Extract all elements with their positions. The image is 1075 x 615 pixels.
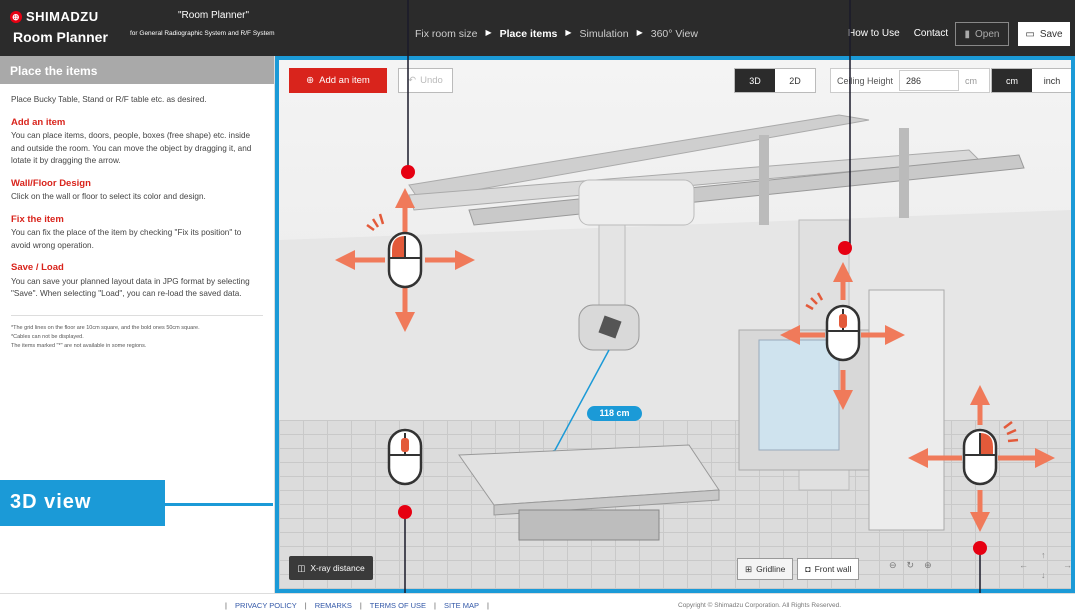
reset-view-icon[interactable]: ↻ [907, 560, 915, 571]
contact-link[interactable]: Contact [914, 28, 948, 39]
separator: | [304, 601, 307, 610]
unit-toggle: cm inch [991, 68, 1071, 93]
header-links: How to Use Contact [848, 28, 948, 39]
file-icon: ▮ [964, 28, 971, 40]
note-gridlines: *The grid lines on the floor are 10cm sq… [11, 324, 200, 331]
header-bar: ⊕ SHIMADZU Room Planner "Room Planner" f… [0, 0, 1075, 56]
ceiling-unit: cm [965, 75, 978, 86]
sidebar-intro: Place Bucky Table, Stand or R/F table et… [11, 95, 207, 104]
undo-button[interactable]: ↶ Undo [398, 68, 453, 93]
brand-name: SHIMADZU [26, 9, 99, 24]
patient-table[interactable] [458, 444, 720, 541]
app-title: Room Planner [13, 29, 108, 45]
step-simulation[interactable]: Simulation [580, 28, 629, 40]
xray-distance-label: X-ray distance [310, 563, 365, 573]
step-360-view[interactable]: 360° View [651, 28, 698, 40]
view-2d-button[interactable]: 2D [775, 69, 815, 92]
callout-connector [165, 503, 273, 506]
zoom-out-icon[interactable]: ⊖ [889, 560, 897, 571]
back-wall[interactable] [279, 210, 1071, 420]
product-title: "Room Planner" [178, 10, 250, 21]
grid-icon: ⊞ [745, 563, 753, 574]
section-text-fix-item: You can fix the place of the item by che… [11, 228, 242, 250]
undo-label: Undo [420, 75, 443, 86]
display-toggles: ⊞ Gridline ◘ Front wall [737, 558, 860, 580]
3d-viewport[interactable]: 118 cm ⊕ Add an item ↶ Undo 3D 2D Ceilin… [275, 56, 1075, 593]
section-heading-wall-floor: Wall/Floor Design [11, 177, 91, 189]
section-heading-fix-item: Fix the item [11, 213, 64, 225]
section-heading-add-item: Add an item [11, 116, 66, 128]
separator: | [434, 601, 436, 610]
unit-inch-button[interactable]: inch [1032, 69, 1071, 92]
zoom-controls: ⊖ ↻ ⊕ [889, 560, 932, 571]
add-item-label: Add an item [319, 75, 370, 86]
separator: | [487, 601, 489, 610]
zoom-in-icon[interactable]: ⊕ [924, 560, 932, 571]
xray-distance-badge: 118 cm [587, 406, 642, 421]
image-icon: ▭ [1025, 28, 1035, 40]
camera-icon: ◫ [297, 562, 306, 573]
section-text-wall-floor: Click on the wall or floor to select its… [11, 192, 206, 201]
shimadzu-logo-icon: ⊕ [10, 10, 22, 23]
terms-of-use-link[interactable]: TERMS OF USE [370, 601, 426, 610]
how-to-use-link[interactable]: How to Use [848, 28, 900, 39]
save-button[interactable]: ▭ Save [1018, 22, 1070, 46]
pan-down-icon[interactable]: ↓ [1041, 570, 1046, 580]
open-label: Open [975, 28, 1000, 40]
unit-cm-button[interactable]: cm [992, 69, 1032, 92]
step-place-items[interactable]: Place items [500, 28, 558, 40]
product-subtitle: for General Radiographic System and R/F … [130, 30, 275, 37]
pan-right-icon[interactable]: → [1063, 560, 1071, 570]
ceiling-height-control: Ceiling Height 286 cm [830, 68, 991, 93]
chevron-right-icon: ▶ [636, 28, 643, 37]
front-wall-toggle[interactable]: ◘ Front wall [797, 558, 860, 580]
open-button[interactable]: ▮ Open [955, 22, 1009, 46]
privacy-policy-link[interactable]: PRIVACY POLICY [235, 601, 297, 610]
undo-icon: ↶ [408, 75, 417, 86]
3d-view-callout: 3D view [0, 480, 165, 526]
step-navigation: Fix room size ▶ Place items ▶ Simulation ▶ … [415, 28, 698, 40]
add-item-button[interactable]: ⊕ Add an item [289, 68, 387, 93]
xray-distance-button[interactable]: ◫ X-ray distance [289, 556, 373, 580]
step-fix-room-size[interactable]: Fix room size [415, 28, 477, 40]
gridline-toggle[interactable]: ⊞ Gridline [737, 558, 794, 580]
view-mode-toggle: 3D 2D [734, 68, 816, 93]
site-map-link[interactable]: SITE MAP [444, 601, 479, 610]
room-scene [279, 114, 1071, 541]
footer-links: | PRIVACY POLICY | REMARKS | TERMS OF US… [225, 601, 489, 610]
remarks-link[interactable]: REMARKS [315, 601, 352, 610]
chevron-right-icon: ▶ [485, 28, 492, 37]
section-text-save-load: You can save your planned layout data in… [11, 276, 250, 299]
note-cables: *Cables can not be displayed. [11, 333, 84, 340]
section-heading-save-load: Save / Load [11, 262, 64, 273]
pan-controls: ← ↑ ↓ → [1019, 550, 1071, 580]
save-label: Save [1039, 28, 1063, 40]
ceiling-rail[interactable] [408, 114, 1025, 226]
plus-circle-icon: ⊕ [306, 75, 315, 86]
chevron-right-icon: ▶ [565, 28, 572, 37]
section-text-add-item: You can place items, doors, people, boxe… [11, 131, 252, 165]
copyright-text: Copyright © Shimadzu Corporation. All Ri… [678, 602, 842, 609]
separator: | [359, 601, 362, 610]
footer: | PRIVACY POLICY | REMARKS | TERMS OF US… [0, 593, 1075, 615]
note-regions: The items marked "*" are not available i… [11, 342, 147, 349]
cube-icon: ◘ [805, 564, 811, 574]
pan-left-icon[interactable]: ← [1019, 560, 1028, 570]
view-3d-button[interactable]: 3D [735, 69, 775, 92]
front-wall-label: Front wall [814, 564, 852, 574]
gridline-label: Gridline [756, 564, 786, 574]
sidebar-body: Place Bucky Table, Stand or R/F table et… [0, 84, 274, 361]
brand-logo[interactable]: ⊕ SHIMADZU [10, 9, 99, 24]
pan-up-icon[interactable]: ↑ [1041, 550, 1046, 560]
ceiling-height-label: Ceiling Height [837, 75, 894, 86]
separator: | [225, 601, 227, 610]
sidebar-notes: *The grid lines on the floor are 10cm sq… [11, 314, 263, 351]
sidebar-title: Place the items [0, 56, 274, 84]
ceiling-height-input[interactable]: 286 [899, 70, 960, 91]
